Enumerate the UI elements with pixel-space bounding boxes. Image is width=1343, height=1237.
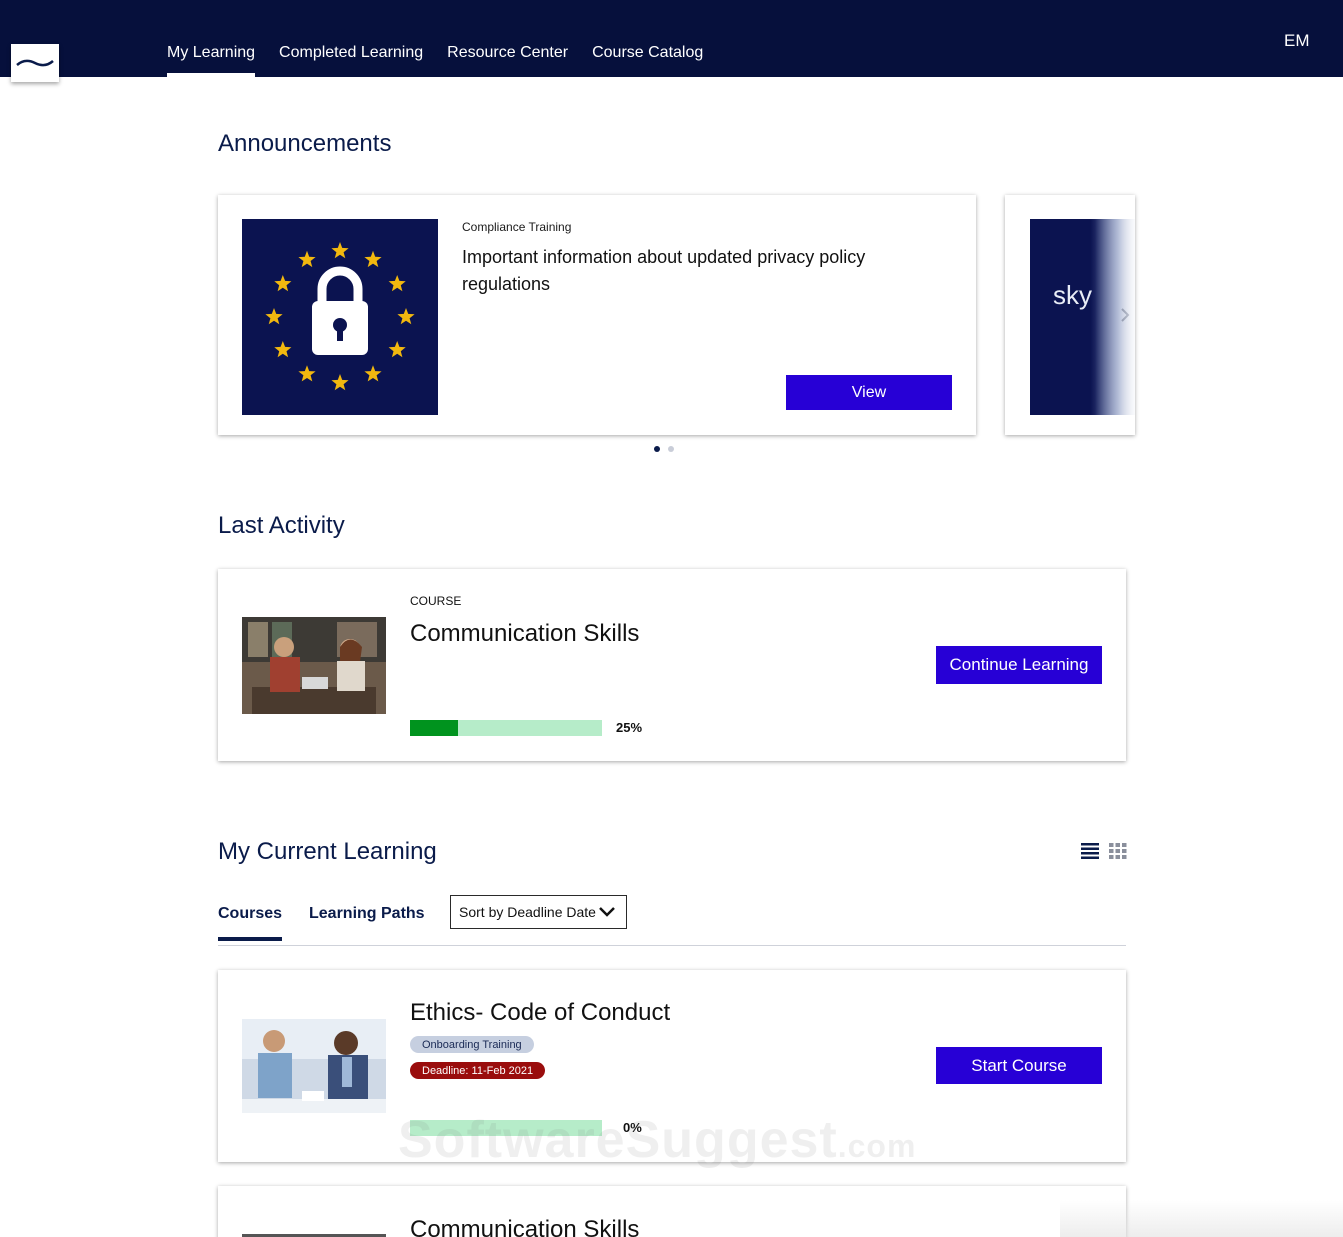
star-icon bbox=[298, 365, 316, 382]
current-learning-title: My Current Learning bbox=[218, 838, 437, 865]
star-icon bbox=[364, 365, 382, 382]
chevron-down-icon bbox=[599, 907, 615, 917]
activity-progress-bar bbox=[410, 720, 602, 736]
announcement-image bbox=[242, 219, 438, 415]
tab-learning-paths[interactable]: Learning Paths bbox=[309, 905, 425, 937]
view-toggle bbox=[1081, 843, 1127, 859]
tab-courses[interactable]: Courses bbox=[218, 905, 283, 941]
announcements-title: Announcements bbox=[218, 130, 392, 157]
peek-fade bbox=[1095, 195, 1135, 435]
activity-progress-fill bbox=[410, 720, 458, 736]
meeting-photo-icon bbox=[242, 617, 386, 714]
star-icon bbox=[364, 250, 382, 268]
grid-view-icon[interactable] bbox=[1109, 843, 1127, 859]
sort-dropdown[interactable]: Sort by Deadline Date bbox=[450, 895, 627, 929]
announcement-card-next[interactable]: sky bbox=[1005, 195, 1135, 435]
nav-completed-learning[interactable]: Completed Learning bbox=[279, 0, 423, 77]
star-icon bbox=[265, 308, 283, 325]
activity-course-title[interactable]: Communication Skills bbox=[410, 620, 639, 648]
last-activity-title: Last Activity bbox=[218, 512, 345, 539]
view-button[interactable]: View bbox=[786, 375, 952, 410]
star-icon bbox=[298, 250, 316, 268]
course-progress-bar bbox=[410, 1120, 602, 1136]
deadline-badge: Deadline: 11-Feb 2021 bbox=[410, 1062, 546, 1079]
eu-privacy-lock-icon bbox=[265, 242, 415, 391]
star-icon bbox=[388, 341, 406, 358]
sort-dropdown-value: Sort by Deadline Date bbox=[459, 904, 596, 920]
logo-wave-icon bbox=[16, 59, 54, 67]
continue-learning-button[interactable]: Continue Learning bbox=[936, 646, 1102, 684]
carousel-dot-2[interactable] bbox=[668, 446, 674, 452]
star-icon bbox=[331, 242, 349, 259]
star-icon bbox=[388, 275, 406, 292]
carousel-pager bbox=[654, 446, 674, 452]
start-course-button[interactable]: Start Course bbox=[936, 1047, 1102, 1084]
business-meeting-photo-icon bbox=[242, 1019, 386, 1113]
list-view-icon[interactable] bbox=[1081, 843, 1099, 859]
app-logo[interactable] bbox=[11, 44, 59, 82]
course-title[interactable]: Communication Skills bbox=[410, 1216, 639, 1237]
main-nav: My Learning Completed Learning Resource … bbox=[167, 0, 703, 77]
announcement-card: Compliance Training Important informatio… bbox=[218, 195, 976, 435]
announcement-peek-text: sky bbox=[1053, 280, 1092, 310]
course-title[interactable]: Ethics- Code of Conduct bbox=[410, 999, 670, 1027]
activity-type-label: COURSE bbox=[410, 594, 462, 608]
learning-tabs: Courses Learning Paths Sort by Deadline … bbox=[218, 895, 1126, 946]
nav-my-learning[interactable]: My Learning bbox=[167, 0, 256, 77]
top-navigation-bar: My Learning Completed Learning Resource … bbox=[0, 0, 1343, 82]
course-thumbnail[interactable] bbox=[242, 1019, 386, 1116]
announcement-title: Important information about updated priv… bbox=[462, 247, 866, 294]
course-card: Ethics- Code of Conduct Onboarding Train… bbox=[218, 970, 1126, 1162]
star-icon bbox=[331, 374, 349, 391]
carousel-dot-1[interactable] bbox=[654, 446, 660, 452]
star-icon bbox=[274, 275, 292, 292]
nav-course-catalog[interactable]: Course Catalog bbox=[592, 0, 703, 77]
last-activity-card: COURSE Communication Skills 25% Continue… bbox=[218, 569, 1126, 761]
course-card: Communication Skills bbox=[218, 1186, 1126, 1237]
category-badge: Onboarding Training bbox=[410, 1036, 534, 1053]
nav-resource-center[interactable]: Resource Center bbox=[447, 0, 568, 77]
course-thumbnail[interactable] bbox=[242, 617, 386, 714]
star-icon bbox=[397, 308, 415, 325]
activity-progress-label: 25% bbox=[616, 720, 643, 735]
star-icon bbox=[274, 341, 292, 358]
user-avatar[interactable]: EM bbox=[1284, 31, 1310, 51]
announcement-category: Compliance Training bbox=[462, 220, 572, 234]
course-progress-label: 0% bbox=[623, 1120, 642, 1135]
